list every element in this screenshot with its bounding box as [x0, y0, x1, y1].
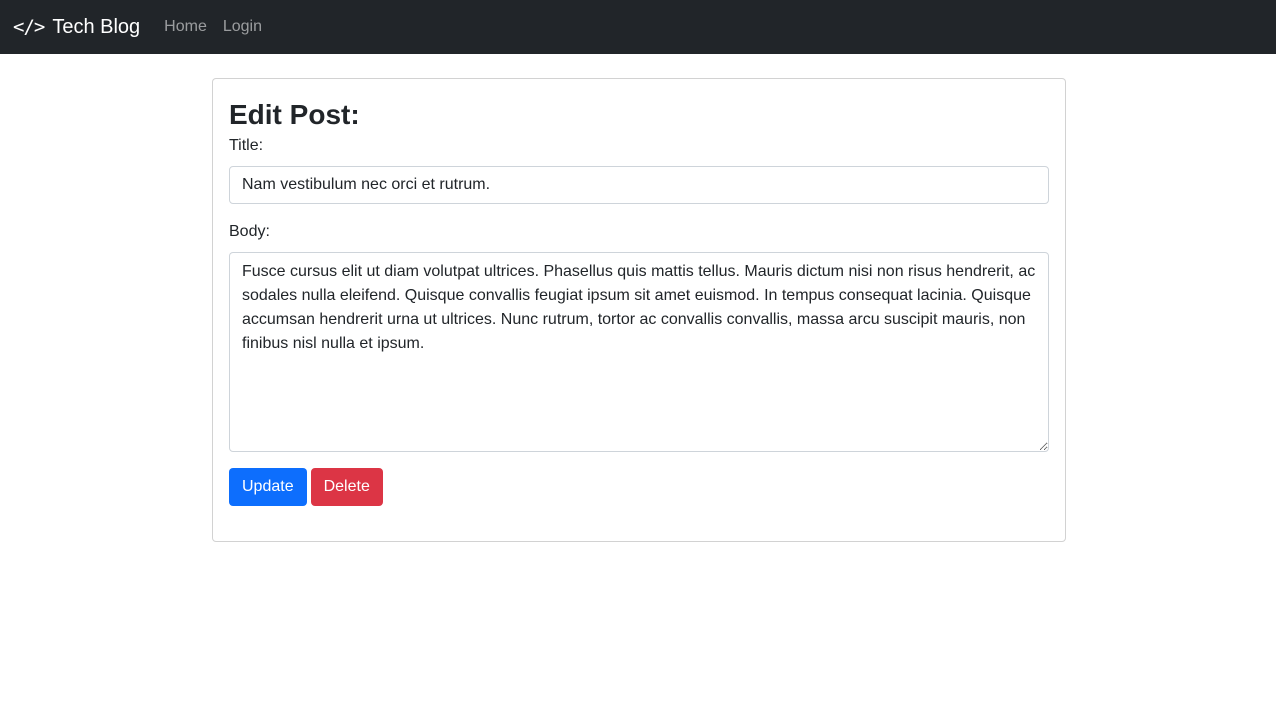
delete-button[interactable]: Delete — [310, 468, 383, 506]
update-button[interactable]: Update — [229, 468, 307, 506]
action-buttons: Update Delete — [229, 468, 1049, 506]
nav-link-home[interactable]: Home — [164, 18, 207, 36]
nav-links: Home Login — [164, 18, 262, 36]
body-label: Body: — [229, 223, 270, 240]
brand-link[interactable]: </> Tech Blog — [13, 16, 140, 39]
page-title: Edit Post: — [229, 99, 360, 130]
code-icon: </> — [13, 16, 45, 38]
title-input[interactable] — [229, 166, 1049, 204]
title-label: Title: — [229, 137, 264, 154]
brand-text: Tech Blog — [52, 15, 141, 38]
top-navbar: </> Tech Blog Home Login — [0, 0, 1276, 54]
nav-link-login[interactable]: Login — [223, 18, 262, 36]
body-textarea[interactable]: Fusce cursus elit ut diam volutpat ultri… — [229, 252, 1049, 452]
edit-post-card: Edit Post: Title: Body: Fusce cursus eli… — [212, 78, 1066, 542]
